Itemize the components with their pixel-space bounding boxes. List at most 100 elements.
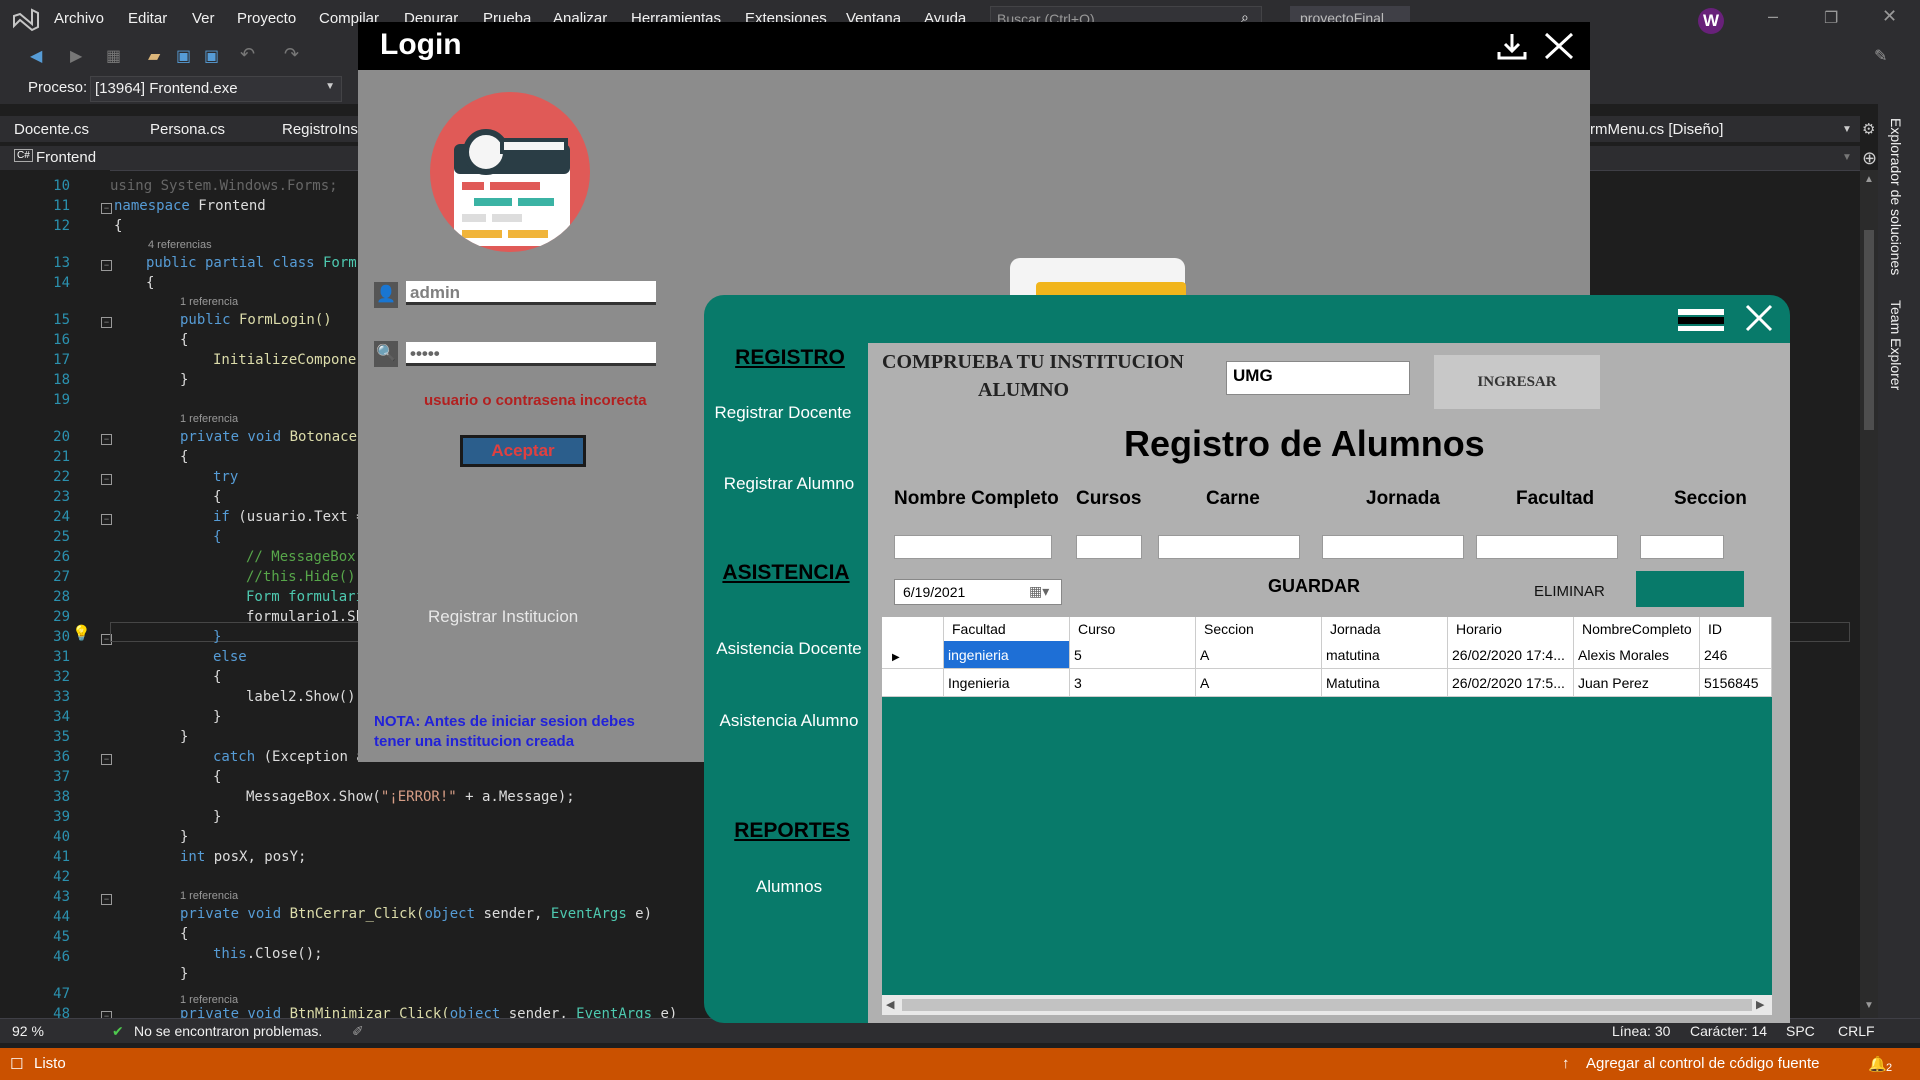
redo-icon[interactable]: ↷ [284,44,299,65]
minimize-download-icon[interactable] [1496,32,1528,62]
accept-button[interactable]: Aceptar [460,435,586,467]
menu-editar[interactable]: Editar [128,10,167,27]
table-cell[interactable]: Matutina [1322,669,1448,697]
table-cell[interactable]: 26/02/2020 17:5... [1448,669,1574,697]
back-icon[interactable]: ◀ [30,46,42,66]
row-selector[interactable] [882,669,944,697]
scrollbar-thumb[interactable] [1864,230,1874,430]
settings-icon[interactable]: ⚙ [1862,120,1875,138]
tab-docente[interactable]: Docente.cs [14,121,89,138]
undo-icon[interactable]: ↶ [240,44,255,65]
code-lens[interactable]: 4 referencias [148,239,212,251]
nombre-completo-input[interactable] [894,535,1052,559]
table-cell[interactable]: A [1196,641,1322,669]
problems-status[interactable]: No se encontraron problemas. [134,1023,322,1039]
password-input[interactable]: ••••• [406,342,656,366]
table-cell[interactable]: 3 [1070,669,1196,697]
process-select[interactable]: [13964] Frontend.exe ▼ [90,76,342,102]
minimize-icon[interactable]: – [1768,6,1778,27]
solution-explorer-tab[interactable]: Explorador de soluciones [1888,118,1904,275]
lightbulb-icon[interactable]: 💡 [72,624,91,642]
registro-close-icon[interactable] [1744,303,1774,333]
scroll-right-icon[interactable]: ▶ [1756,998,1764,1011]
scroll-left-icon[interactable]: ◀ [886,998,894,1011]
code-lens[interactable]: 1 referencia [180,413,238,425]
new-project-icon[interactable]: ▦ [106,46,121,66]
user-avatar[interactable]: W [1698,8,1724,34]
sidebar-item-registrar-alumno[interactable]: Registrar Alumno [704,474,874,494]
grid-header-cell[interactable]: Seccion [1196,617,1322,641]
seccion-input[interactable] [1640,535,1724,559]
nav-project-name[interactable]: Frontend [36,149,96,166]
ingresar-button[interactable]: INGRESAR [1434,355,1600,409]
scroll-up-icon[interactable]: ▲ [1864,174,1874,185]
tab-frmmenu-design[interactable]: rmMenu.cs [Diseño] [1590,121,1723,138]
sidebar-item-asistencia-alumno[interactable]: Asistencia Alumno [704,711,874,731]
zoom-level[interactable]: 92 % [12,1023,44,1039]
editor-vertical-scrollbar[interactable]: ▲ ▼ [1860,170,1878,1018]
grid-header-cell[interactable]: Facultad [944,617,1070,641]
menu-archivo[interactable]: Archivo [54,10,104,27]
grid-horizontal-scrollbar[interactable]: ◀ ▶ [882,995,1772,1015]
grid-header-cell[interactable]: Jornada [1322,617,1448,641]
table-cell[interactable]: 5 [1070,641,1196,669]
jornada-input[interactable] [1322,535,1464,559]
save-icon[interactable]: ▣ [176,46,191,66]
table-cell[interactable]: matutina [1322,641,1448,669]
grid-header-cell[interactable]: NombreCompleto [1574,617,1700,641]
delete-id-input[interactable] [1636,571,1744,607]
code-lens[interactable]: 1 referencia [180,890,238,902]
row-selector[interactable]: ▶ [882,641,944,669]
table-cell[interactable]: A [1196,669,1322,697]
code-lens[interactable]: 1 referencia [180,296,238,308]
register-institution-link[interactable]: Registrar Institucion [428,607,578,627]
grid-header-cell[interactable]: ID [1700,617,1772,641]
sidebar-item-asistencia-docente[interactable]: Asistencia Docente [704,639,874,659]
add-source-control[interactable]: Agregar al control de código fuente [1586,1055,1820,1072]
nav-dropdown-icon[interactable]: ▼ [1842,152,1852,163]
tab-persona[interactable]: Persona.cs [150,121,225,138]
login-close-icon[interactable] [1542,30,1576,62]
login-titlebar[interactable]: Login [358,22,1590,70]
sidebar-item-alumnos[interactable]: Alumnos [704,877,874,897]
carne-input[interactable] [1158,535,1300,559]
table-cell[interactable]: 246 [1700,641,1772,669]
table-cell[interactable]: 26/02/2020 17:4... [1448,641,1574,669]
institution-input[interactable]: UMG [1226,361,1410,395]
date-picker[interactable]: 6/19/2021 ▦▾ [894,579,1062,605]
calendar-icon[interactable]: ▦▾ [1029,583,1049,600]
table-cell[interactable]: Ingenieria [944,669,1070,697]
table-cell[interactable]: Alexis Morales [1574,641,1700,669]
guardar-button[interactable]: GUARDAR [1268,576,1360,597]
feedback-icon[interactable]: ✎ [1874,46,1887,66]
forward-icon[interactable]: ▶ [70,46,82,66]
brush-icon[interactable]: ✐ [352,1023,364,1040]
username-input[interactable]: admin [406,281,656,305]
notifications-icon[interactable]: 🔔 [1868,1055,1887,1073]
eliminar-button[interactable]: ELIMINAR [1534,583,1605,600]
code-lens[interactable]: 1 referencia [180,994,238,1006]
table-cell[interactable]: 5156845 [1700,669,1772,697]
menu-proyecto[interactable]: Proyecto [237,10,296,27]
facultad-input[interactable] [1476,535,1618,559]
team-explorer-tab[interactable]: Team Explorer [1888,300,1904,390]
save-all-icon[interactable]: ▣ [204,46,219,66]
open-folder-icon[interactable]: ▰ [148,46,160,66]
grid-scrollbar-thumb[interactable] [902,999,1752,1011]
menu-ver[interactable]: Ver [192,10,215,27]
grid-header-cell[interactable]: Curso [1070,617,1196,641]
scroll-down-icon[interactable]: ▼ [1864,1000,1874,1011]
cursos-input[interactable] [1076,535,1142,559]
close-icon[interactable]: ✕ [1882,6,1897,27]
sidebar-item-registrar-docente[interactable]: Registrar Docente [698,403,868,423]
table-cell[interactable]: Juan Perez [1574,669,1700,697]
tab-registroinst[interactable]: RegistroInst [282,121,362,138]
line-number: 43 [53,889,70,905]
restore-icon[interactable]: ❐ [1824,8,1838,28]
split-editor-icon[interactable]: ⊕ [1862,148,1877,169]
table-cell[interactable]: ingenieria [944,641,1070,669]
menu-toggle-icon[interactable] [1678,305,1724,335]
tab-dropdown-icon[interactable]: ▼ [1842,124,1852,135]
alumnos-grid[interactable]: Facultad Curso Seccion Jornada Horario N… [882,617,1772,1015]
grid-header-cell[interactable]: Horario [1448,617,1574,641]
